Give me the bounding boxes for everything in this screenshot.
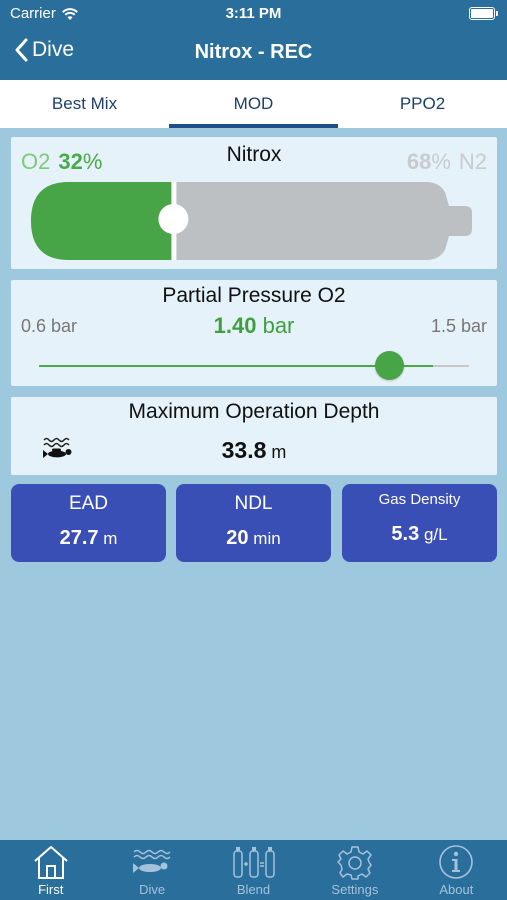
gas-tank-graphic[interactable] — [31, 182, 476, 260]
gas-density-button[interactable]: Gas Density 5.3 g/L — [342, 484, 497, 562]
battery-icon — [469, 7, 498, 20]
slider-thumb[interactable] — [375, 351, 405, 380]
pp-value-unit: bar — [262, 313, 295, 338]
pp-title: Partial Pressure O2 — [162, 284, 346, 307]
tabbar-item-about[interactable]: About — [406, 840, 507, 900]
status-time: 3:11 PM — [225, 5, 282, 22]
status-bar: Carrier 3:11 PM — [0, 0, 507, 28]
o2-fill — [31, 182, 174, 260]
gear-icon — [337, 846, 372, 880]
gas-density-value: 5.3 g/L — [342, 523, 497, 546]
tabbar-item-first[interactable]: First — [0, 840, 101, 900]
diver-icon — [133, 849, 171, 873]
n2-value: 68 — [406, 149, 432, 174]
bottom-tab-bar: First Dive Blend Settings About — [0, 840, 507, 900]
slider-track-rest — [433, 365, 469, 367]
tabbar-item-blend[interactable]: Blend — [203, 840, 304, 900]
pp-max-label: 1.5 bar — [430, 316, 487, 336]
tabbar-item-dive[interactable]: Dive — [101, 840, 202, 900]
tabbar-label-first: First — [38, 882, 64, 897]
mix-handle — [158, 204, 189, 234]
tab-ppo2[interactable]: PPO2 — [338, 80, 507, 128]
n2-unit: % — [431, 149, 451, 174]
tab-best-mix[interactable]: Best Mix — [0, 80, 169, 128]
navigation-bar: Dive Nitrox - REC — [0, 28, 507, 80]
mod-value: 33.8 m — [11, 437, 497, 464]
pp-value: 1.40 bar — [11, 313, 497, 339]
ndl-value-unit: min — [253, 529, 281, 548]
nitrox-mix-card: O2 32% Nitrox 68% N2 — [11, 137, 497, 269]
n2-readout: 68% N2 — [407, 149, 487, 175]
mod-value-unit: m — [271, 442, 287, 462]
ppo2-slider[interactable] — [39, 351, 469, 380]
tabbar-label-about: About — [439, 882, 474, 897]
mod-card: Maximum Operation Depth 33.8 m — [11, 397, 497, 475]
gas-density-label: Gas Density — [378, 491, 461, 508]
ndl-value: 20 min — [176, 527, 331, 550]
tab-mod[interactable]: MOD — [169, 80, 338, 128]
ead-value: 27.7 m — [11, 527, 166, 550]
blend-tanks-icon — [232, 847, 275, 878]
mod-value-number: 33.8 — [221, 437, 267, 463]
segment-tabs: Best Mix MOD PPO2 — [0, 80, 507, 128]
pp-value-number: 1.40 — [213, 313, 257, 338]
house-icon — [34, 846, 68, 879]
ead-value-unit: m — [103, 529, 118, 548]
mod-title: Maximum Operation Depth — [128, 400, 380, 423]
gas-density-value-number: 5.3 — [391, 523, 420, 545]
tabbar-label-blend: Blend — [236, 882, 271, 897]
ead-value-number: 27.7 — [59, 527, 99, 549]
tabbar-item-settings[interactable]: Settings — [304, 840, 405, 900]
gas-density-value-unit: g/L — [423, 525, 448, 544]
ndl-button[interactable]: NDL 20 min — [176, 484, 331, 562]
n2-label: N2 — [458, 149, 487, 174]
tabbar-label-dive: Dive — [139, 882, 166, 897]
partial-pressure-card: Partial Pressure O2 0.6 bar 1.40 bar 1.5… — [11, 280, 497, 386]
ndl-value-number: 20 — [226, 527, 249, 549]
info-icon — [439, 845, 474, 879]
ead-button[interactable]: EAD 27.7 m — [11, 484, 166, 562]
ead-label: EAD — [68, 493, 109, 514]
tabbar-label-settings: Settings — [331, 882, 379, 897]
page-title: Nitrox - REC — [194, 41, 313, 63]
ndl-label: NDL — [234, 493, 273, 514]
